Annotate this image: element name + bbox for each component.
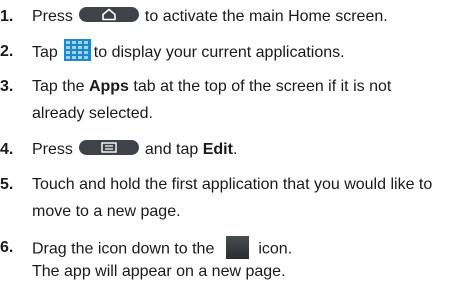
step-text: Press xyxy=(32,8,73,25)
edit-option-label: Edit xyxy=(202,141,233,158)
step-number: 6. xyxy=(0,239,14,256)
step-text: icon. xyxy=(258,240,293,258)
step-continuation: The app will appear on a new page. xyxy=(32,263,286,280)
step-text: to display your current applications. xyxy=(93,44,345,62)
new-page-icon xyxy=(226,236,250,259)
apps-grid-icon xyxy=(63,39,91,61)
step-text: Tap xyxy=(32,44,58,62)
step-number: 5. xyxy=(0,176,14,193)
step-text: Tap the xyxy=(32,78,89,95)
step-text: Drag the icon down to the xyxy=(32,240,215,258)
step-text: and tap xyxy=(144,141,203,158)
step-continuation: already selected. xyxy=(32,105,153,122)
menu-key-icon xyxy=(78,140,139,156)
step-text: . xyxy=(232,141,238,158)
step-text: Touch and hold the first application tha… xyxy=(32,176,433,193)
step-continuation: move to a new page. xyxy=(32,203,181,220)
step-number: 2. xyxy=(0,43,14,60)
step-number: 1. xyxy=(0,8,14,25)
step-text: Press xyxy=(32,141,73,158)
apps-tab-label: Apps xyxy=(88,78,129,95)
step-number: 3. xyxy=(0,78,14,95)
step-text: to activate the main Home screen. xyxy=(144,8,388,25)
home-key-icon xyxy=(78,7,139,23)
step-text: tab at the top of the screen if it is no… xyxy=(128,78,392,95)
step-number: 4. xyxy=(0,141,14,158)
